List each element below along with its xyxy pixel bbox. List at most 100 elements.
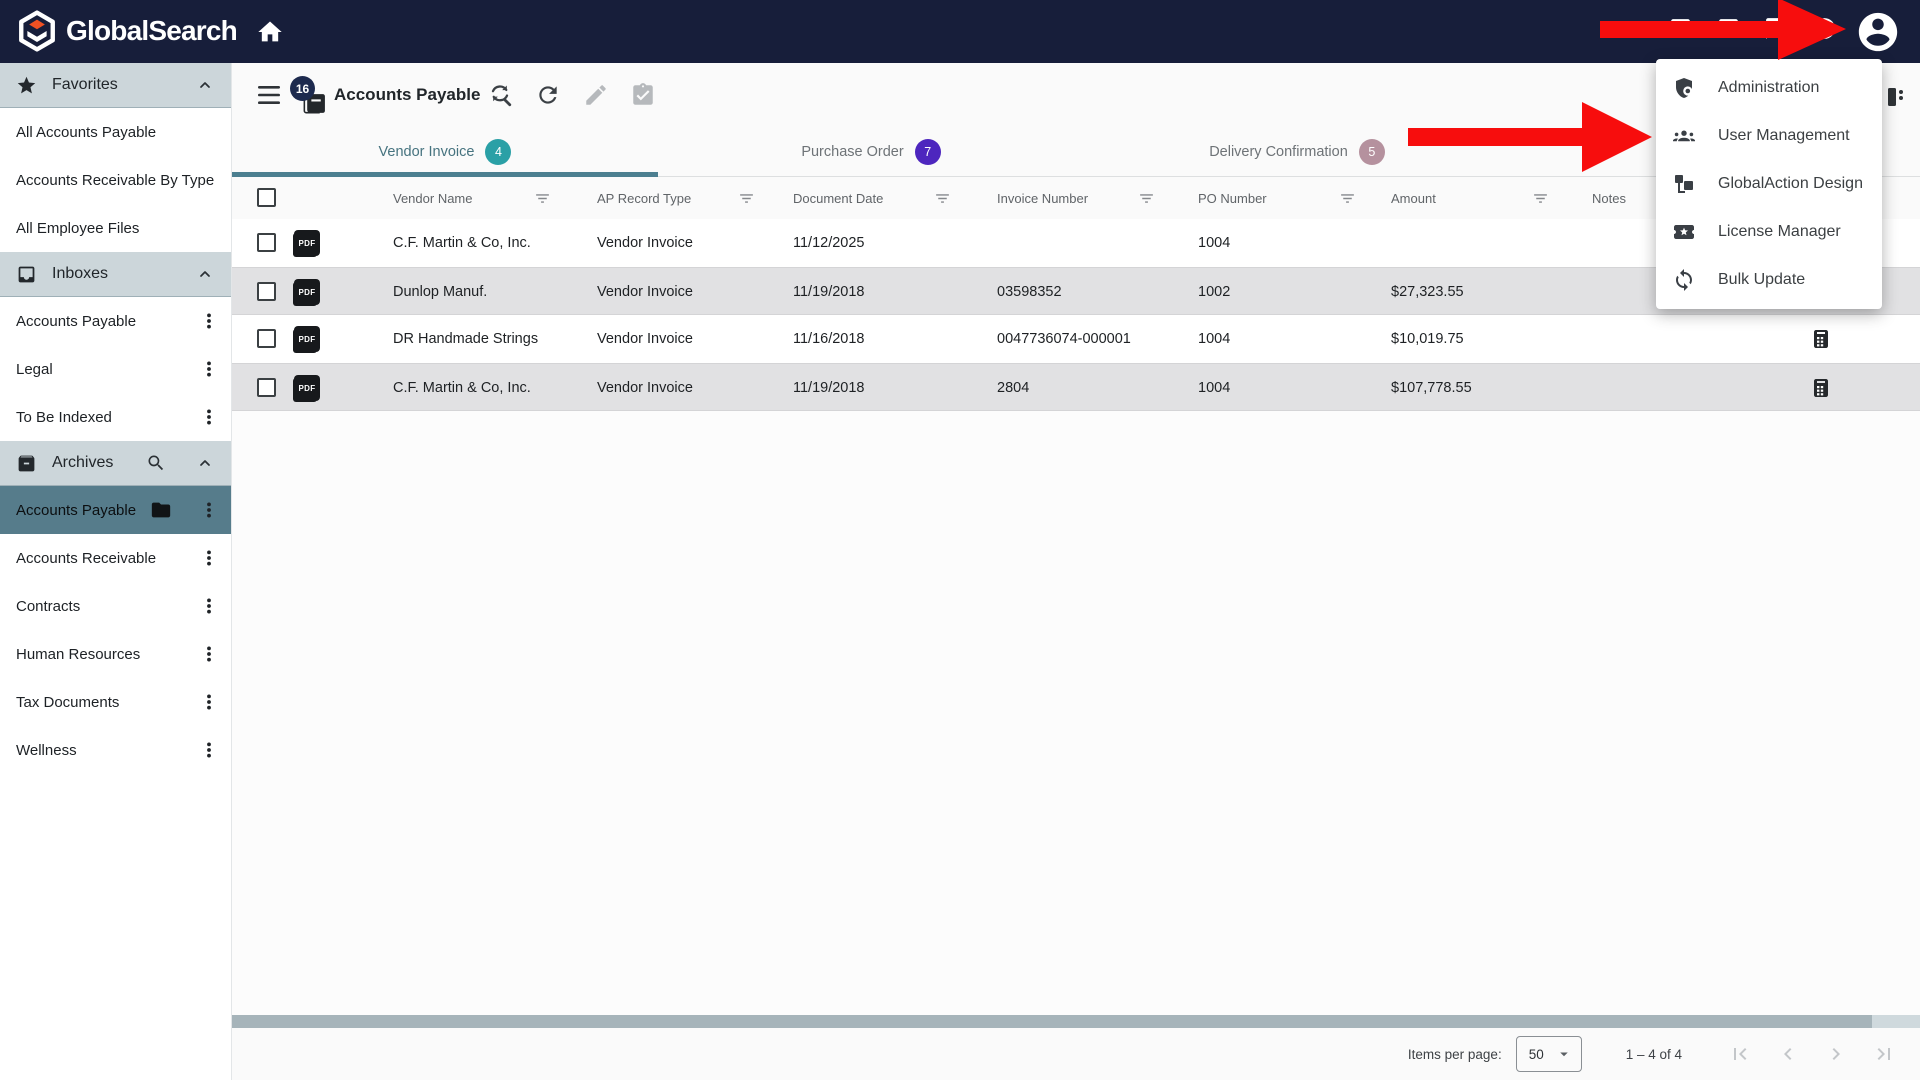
column-header: PO Number bbox=[1198, 177, 1356, 219]
select-all-checkbox[interactable] bbox=[257, 188, 276, 207]
kebab-menu-icon[interactable] bbox=[200, 312, 218, 330]
menu-item-administration[interactable]: Administration bbox=[1656, 64, 1882, 112]
menu-item-label: Bulk Update bbox=[1718, 271, 1805, 289]
calculator-icon[interactable] bbox=[1808, 376, 1832, 400]
calculator-icon[interactable] bbox=[1808, 327, 1832, 351]
annotation-arrow-user-management bbox=[1408, 128, 1584, 146]
sidebar-item[interactable]: Accounts Receivable bbox=[0, 534, 231, 582]
pdf-document-icon[interactable]: PDF bbox=[294, 230, 320, 256]
home-icon[interactable] bbox=[256, 18, 284, 46]
filter-icon[interactable] bbox=[738, 190, 755, 207]
first-page-icon[interactable] bbox=[1728, 1042, 1752, 1066]
kebab-menu-icon[interactable] bbox=[200, 741, 218, 759]
refresh-search-icon[interactable] bbox=[487, 82, 513, 108]
cell-invoice-number bbox=[997, 219, 1189, 267]
sidebar-item[interactable]: All Accounts Payable bbox=[0, 108, 231, 156]
sidebar-item[interactable]: Accounts Payable bbox=[0, 297, 231, 345]
filter-icon[interactable] bbox=[934, 190, 951, 207]
sidebar-item[interactable]: Accounts Payable bbox=[0, 486, 231, 534]
tab-count-badge: 5 bbox=[1359, 139, 1385, 165]
sidebar-item[interactable]: Wellness bbox=[0, 726, 231, 774]
pdf-document-icon[interactable]: PDF bbox=[294, 375, 320, 401]
chevron-up-icon[interactable] bbox=[197, 77, 213, 93]
table-row[interactable]: PDF DR Handmade StringsVendor Invoice11/… bbox=[232, 315, 1920, 363]
cell-invoice-number: 03598352 bbox=[997, 268, 1189, 316]
edit-pencil-icon[interactable] bbox=[583, 82, 609, 108]
sidebar-section-header-archives[interactable]: Archives bbox=[0, 441, 231, 486]
table-row[interactable]: PDF C.F. Martin & Co, Inc.Vendor Invoice… bbox=[232, 363, 1920, 411]
kebab-menu-icon[interactable] bbox=[200, 360, 218, 378]
folder-icon bbox=[150, 499, 172, 521]
row-checkbox[interactable] bbox=[257, 233, 276, 252]
cell-ap-record-type: Vendor Invoice bbox=[597, 219, 789, 267]
account-avatar-icon[interactable] bbox=[1855, 9, 1901, 55]
sidebar-section-label: Favorites bbox=[52, 76, 118, 94]
kebab-menu-icon[interactable] bbox=[200, 501, 218, 519]
chevron-up-icon[interactable] bbox=[197, 455, 213, 471]
menu-item-bulk-update[interactable]: Bulk Update bbox=[1656, 256, 1882, 304]
refresh-icon[interactable] bbox=[535, 82, 561, 108]
cell-amount bbox=[1391, 219, 1583, 267]
sidebar-item-label: Human Resources bbox=[16, 646, 140, 663]
cell-invoice-number: 0047736074-000001 bbox=[997, 315, 1189, 363]
kebab-menu-icon[interactable] bbox=[200, 597, 218, 615]
cell-ap-record-type: Vendor Invoice bbox=[597, 268, 789, 316]
pdf-document-icon[interactable]: PDF bbox=[294, 279, 320, 305]
tab-vendor-invoice[interactable]: Vendor Invoice 4 bbox=[232, 127, 658, 176]
previous-page-icon[interactable] bbox=[1776, 1042, 1800, 1066]
cell-vendor-name: C.F. Martin & Co, Inc. bbox=[393, 219, 585, 267]
tab-count-badge: 7 bbox=[915, 139, 941, 165]
column-header-label: PO Number bbox=[1198, 191, 1267, 206]
sidebar-item[interactable]: Human Resources bbox=[0, 630, 231, 678]
clipboard-check-icon[interactable] bbox=[630, 82, 656, 108]
menu-item-globalaction-design[interactable]: GlobalAction Design bbox=[1656, 160, 1882, 208]
filter-icon[interactable] bbox=[1339, 190, 1356, 207]
search-icon[interactable] bbox=[146, 453, 166, 473]
kebab-menu-icon[interactable] bbox=[200, 408, 218, 426]
cell-amount: $107,778.55 bbox=[1391, 364, 1583, 412]
sidebar-item[interactable]: Accounts Receivable By Type bbox=[0, 156, 231, 204]
row-checkbox[interactable] bbox=[257, 378, 276, 397]
sidebar-section-header-favorites[interactable]: Favorites bbox=[0, 63, 231, 108]
sidebar-item[interactable]: Contracts bbox=[0, 582, 231, 630]
menu-item-user-management[interactable]: User Management bbox=[1656, 112, 1882, 160]
filter-icon[interactable] bbox=[534, 190, 551, 207]
sidebar-section-header-inboxes[interactable]: Inboxes bbox=[0, 252, 231, 297]
column-header: Document Date bbox=[793, 177, 951, 219]
scrollbar-thumb[interactable] bbox=[232, 1015, 1872, 1028]
kebab-menu-icon[interactable] bbox=[200, 693, 218, 711]
schema-icon bbox=[1672, 172, 1696, 196]
column-header-label: Amount bbox=[1391, 191, 1436, 206]
next-page-icon[interactable] bbox=[1824, 1042, 1848, 1066]
filter-icon[interactable] bbox=[1532, 190, 1549, 207]
view-options-icon[interactable] bbox=[1884, 85, 1908, 109]
row-checkbox[interactable] bbox=[257, 282, 276, 301]
kebab-menu-icon[interactable] bbox=[200, 549, 218, 567]
sidebar-item-label: Tax Documents bbox=[16, 694, 119, 711]
cell-document-date: 11/16/2018 bbox=[793, 315, 985, 363]
page-size-select[interactable]: 50 bbox=[1516, 1036, 1582, 1072]
chevron-up-icon[interactable] bbox=[197, 266, 213, 282]
admin-shield-icon bbox=[1672, 76, 1696, 100]
sidebar-item-label: Accounts Receivable bbox=[16, 550, 156, 567]
sidebar-item[interactable]: Legal bbox=[0, 345, 231, 393]
cell-vendor-name: Dunlop Manuf. bbox=[393, 268, 585, 316]
menu-icon[interactable] bbox=[256, 84, 282, 106]
filter-icon[interactable] bbox=[1138, 190, 1155, 207]
annotation-arrow-avatar bbox=[1600, 21, 1780, 38]
menu-item-label: License Manager bbox=[1718, 223, 1841, 241]
pdf-document-icon[interactable]: PDF bbox=[294, 326, 320, 352]
horizontal-scrollbar[interactable] bbox=[232, 1015, 1920, 1028]
last-page-icon[interactable] bbox=[1872, 1042, 1896, 1066]
menu-item-license-manager[interactable]: License Manager bbox=[1656, 208, 1882, 256]
page-title: Accounts Payable bbox=[334, 63, 480, 127]
sidebar-item[interactable]: To Be Indexed bbox=[0, 393, 231, 441]
sidebar-item[interactable]: All Employee Files bbox=[0, 204, 231, 252]
tab-purchase-order[interactable]: Purchase Order 7 bbox=[658, 127, 1084, 176]
inbox-icon bbox=[16, 264, 37, 285]
license-ticket-icon bbox=[1672, 220, 1696, 244]
row-checkbox[interactable] bbox=[257, 329, 276, 348]
kebab-menu-icon[interactable] bbox=[200, 645, 218, 663]
sidebar-item[interactable]: Tax Documents bbox=[0, 678, 231, 726]
column-header: Vendor Name bbox=[393, 177, 551, 219]
